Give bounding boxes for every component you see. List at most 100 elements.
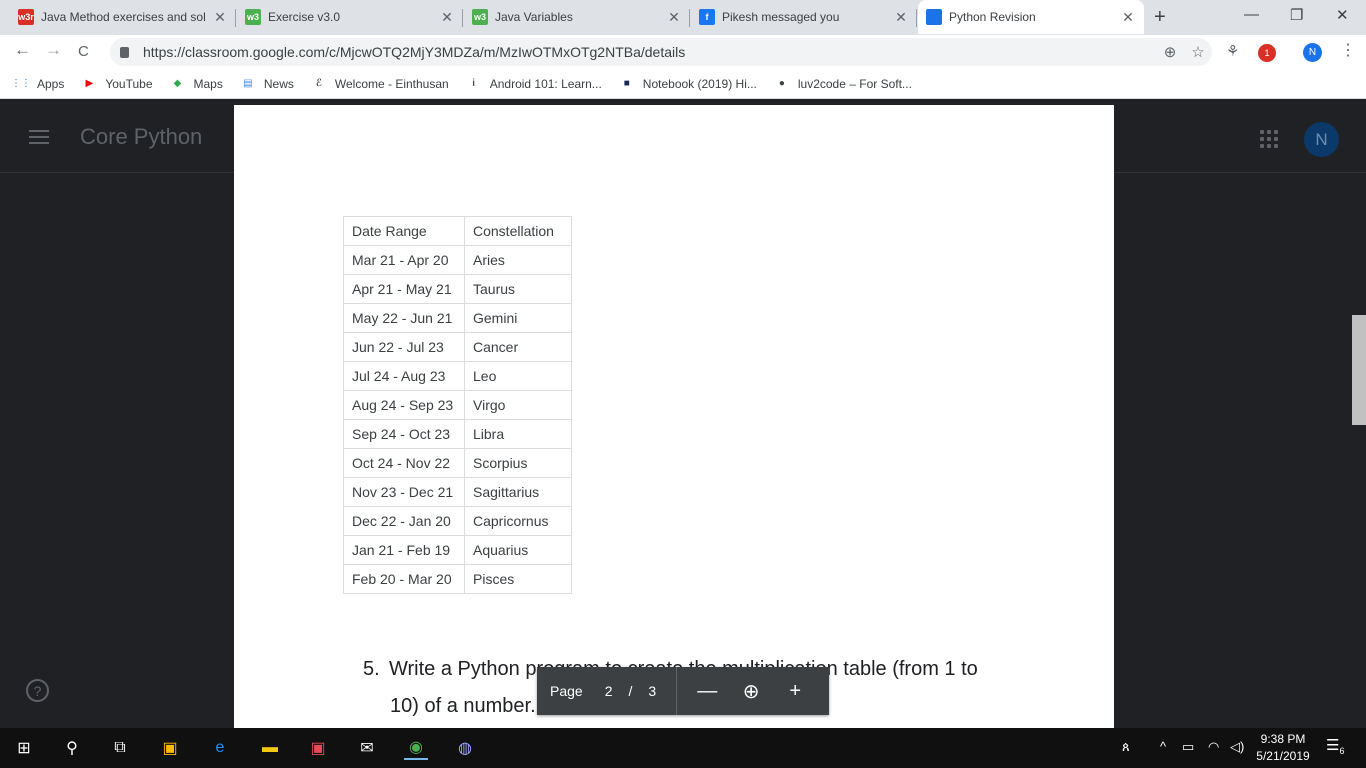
- table-row: Sep 24 - Oct 23 Libra: [343, 419, 572, 449]
- visual-studio-icon[interactable]: ◍: [453, 736, 477, 760]
- file-explorer-icon[interactable]: ▬: [258, 736, 282, 760]
- bookmark-label: YouTube: [105, 76, 153, 91]
- tab-title: Java Variables: [495, 10, 573, 24]
- table-row: Dec 22 - Jan 20 Capricornus: [343, 506, 572, 536]
- bookmark-item[interactable]: ● luv2code – For Soft...: [775, 77, 912, 91]
- constellation-cell: Pisces: [464, 564, 572, 594]
- constellation-cell: Cancer: [464, 332, 572, 362]
- w3schools-icon: w3: [245, 9, 261, 25]
- url-text[interactable]: https://classroom.google.com/c/MjcwOTQ2M…: [143, 44, 1156, 60]
- back-button[interactable]: ←: [14, 40, 31, 60]
- chrome-menu-icon[interactable]: ⋮: [1340, 40, 1356, 60]
- zoom-in-button[interactable]: +: [781, 680, 809, 703]
- date-range-cell: Jun 22 - Jul 23: [343, 332, 465, 362]
- table-header-cell: Date Range: [343, 216, 465, 246]
- bookmark-item[interactable]: ⋮⋮ Apps: [11, 77, 64, 91]
- bookmark-item[interactable]: ℰ Welcome - Einthusan: [312, 77, 449, 91]
- zoom-icon[interactable]: ⊕: [737, 679, 765, 704]
- pager-divider: [676, 667, 678, 715]
- date-range-cell: Oct 24 - Nov 22: [343, 448, 465, 478]
- constellation-cell: Sagittarius: [464, 477, 572, 507]
- tab-separator: [689, 9, 690, 27]
- address-bar[interactable]: https://classroom.google.com/c/MjcwOTQ2M…: [110, 38, 1212, 66]
- notebook-icon: ■: [623, 78, 630, 89]
- new-tab-button[interactable]: +: [1154, 6, 1166, 29]
- page-label: Page: [550, 683, 583, 699]
- tab-close-icon[interactable]: ✕: [893, 9, 909, 26]
- search-icon[interactable]: ⚲: [60, 736, 84, 760]
- system-clock[interactable]: 9:38 PM 5/21/2019: [1252, 731, 1314, 765]
- edge-icon[interactable]: e: [208, 736, 232, 760]
- news-icon: ▤: [243, 78, 253, 89]
- window-close-button[interactable]: ✕: [1336, 6, 1349, 24]
- bookmark-item[interactable]: ■ Notebook (2019) Hi...: [620, 77, 757, 91]
- date-range-cell: Sep 24 - Oct 23: [343, 419, 465, 449]
- table-row: Aug 24 - Sep 23 Virgo: [343, 390, 572, 420]
- apps-grid-icon: ⋮⋮: [11, 78, 31, 89]
- scrollbar-thumb[interactable]: [1352, 315, 1366, 425]
- store-icon[interactable]: ▣: [158, 736, 182, 760]
- task-view-icon[interactable]: ⧉: [108, 736, 132, 760]
- tab-close-icon[interactable]: ✕: [439, 9, 455, 26]
- google-apps-icon[interactable]: [1260, 130, 1278, 148]
- date-range-cell: Apr 21 - May 21: [343, 274, 465, 304]
- w3schools-icon: w3: [472, 9, 488, 25]
- tab-3[interactable]: f Pikesh messaged you ✕: [691, 0, 917, 34]
- mail-icon[interactable]: ✉: [355, 736, 379, 760]
- bookmark-star-icon[interactable]: ☆: [1184, 43, 1212, 61]
- current-page-input[interactable]: 2: [605, 683, 613, 699]
- date-range-cell: Dec 22 - Jan 20: [343, 506, 465, 536]
- bookmark-item[interactable]: ◆ Maps: [171, 77, 223, 91]
- date-range-cell: May 22 - Jun 21: [343, 303, 465, 333]
- account-avatar[interactable]: N: [1304, 122, 1339, 157]
- bookmark-item[interactable]: i Android 101: Learn...: [467, 77, 602, 91]
- zoom-out-button[interactable]: —: [693, 680, 721, 703]
- tab-4[interactable]: Python Revision ✕: [918, 0, 1144, 34]
- total-pages: 3: [648, 683, 657, 699]
- action-center-icon[interactable]: ☰6: [1326, 736, 1344, 756]
- chrome-icon[interactable]: ◉: [404, 736, 428, 760]
- constellation-cell: Virgo: [464, 390, 572, 420]
- help-glyph: ?: [33, 682, 42, 699]
- extension-badge-count: 1: [1264, 48, 1270, 58]
- forward-button[interactable]: →: [45, 40, 62, 60]
- tab-close-icon[interactable]: ✕: [666, 9, 682, 26]
- main-menu-icon[interactable]: [29, 130, 49, 148]
- bookmark-item[interactable]: ▤ News: [241, 77, 294, 91]
- wifi-icon[interactable]: ◠: [1208, 739, 1219, 755]
- tab-1[interactable]: w3 Exercise v3.0 ✕: [237, 0, 463, 34]
- tab-separator: [462, 9, 463, 27]
- zoom-icon[interactable]: ⊕: [1156, 43, 1184, 61]
- table-row: Jul 24 - Aug 23 Leo: [343, 361, 572, 391]
- constellation-cell: Libra: [464, 419, 572, 449]
- extension-badge-icon[interactable]: 1: [1258, 44, 1276, 62]
- lock-icon: [120, 46, 129, 58]
- clock-date: 5/21/2019: [1256, 749, 1310, 763]
- chevron-up-icon[interactable]: ^: [1160, 739, 1166, 754]
- tab-close-icon[interactable]: ✕: [212, 9, 228, 26]
- profile-avatar[interactable]: N: [1303, 43, 1322, 62]
- help-icon[interactable]: ?: [26, 679, 49, 702]
- date-range-cell: Aug 24 - Sep 23: [343, 390, 465, 420]
- tab-2[interactable]: w3 Java Variables ✕: [464, 0, 690, 34]
- minimize-button[interactable]: —: [1244, 6, 1259, 23]
- windows-start-icon[interactable]: ⊞: [12, 736, 36, 760]
- bookmark-label: Maps: [193, 76, 223, 91]
- tab-title: Pikesh messaged you: [722, 10, 840, 24]
- constellation-cell: Capricornus: [464, 506, 572, 536]
- extension-icon[interactable]: ⚘: [1226, 42, 1239, 60]
- people-icon[interactable]: ጰ: [1122, 739, 1130, 755]
- tab-0[interactable]: w3r Java Method exercises and sol ✕: [10, 0, 236, 34]
- battery-icon[interactable]: ▭: [1182, 739, 1194, 755]
- tab-close-icon[interactable]: ✕: [1120, 9, 1136, 26]
- restore-button[interactable]: ❐: [1290, 6, 1303, 24]
- bookmark-item[interactable]: ▶ YouTube: [82, 76, 153, 91]
- tab-title: Exercise v3.0: [268, 10, 341, 24]
- office-icon[interactable]: ▣: [306, 736, 330, 760]
- volume-icon[interactable]: ◁): [1230, 739, 1244, 755]
- tab-strip: w3r Java Method exercises and sol ✕ w3 Exerc…: [0, 0, 1366, 35]
- page-separator: /: [628, 683, 633, 699]
- reload-button[interactable]: C: [78, 43, 89, 60]
- course-title[interactable]: Core Python: [80, 124, 202, 150]
- constellation-cell: Aries: [464, 245, 572, 275]
